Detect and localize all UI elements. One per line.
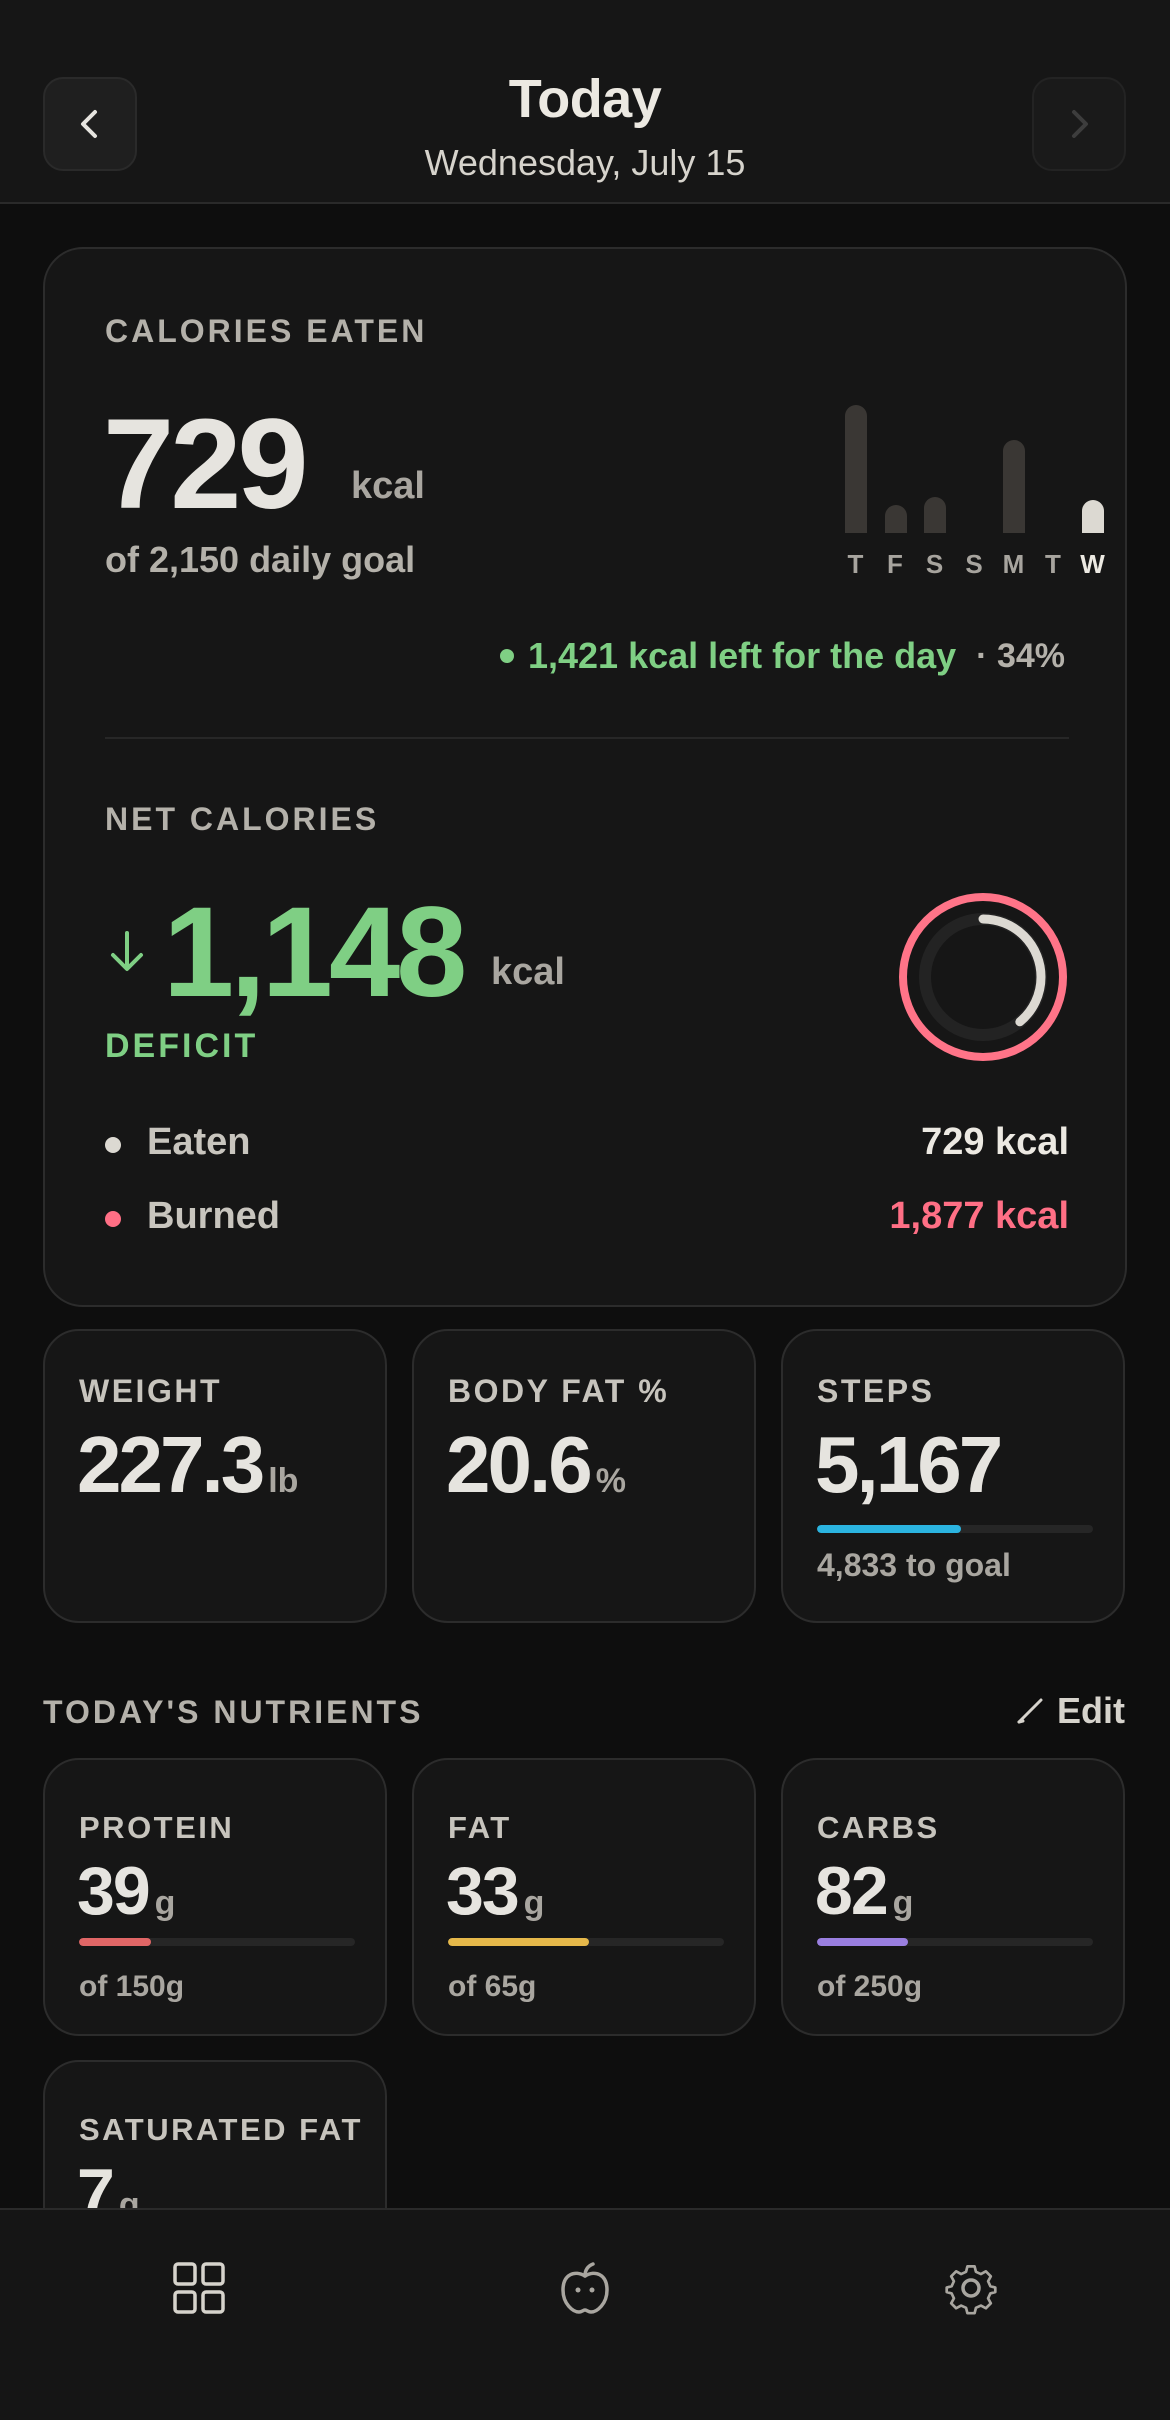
carbs-unit: g	[892, 1884, 914, 1922]
mini-day-label: F	[887, 549, 904, 579]
mini-day-label: M	[1002, 549, 1026, 579]
fat-progress-fill	[448, 1938, 589, 1946]
steps-label: STEPS	[817, 1373, 935, 1409]
mini-day-label: T	[847, 549, 865, 579]
net-calories-unit: kcal	[491, 951, 565, 993]
burned-row: Burned 1,877 kcal	[105, 1195, 1069, 1245]
body-fat-card[interactable]: BODY FAT % 20.6%	[412, 1329, 756, 1623]
daily-goal-text: of 2,150 daily goal	[105, 539, 416, 580]
nutrients-section-title: TODAY'S NUTRIENTS	[43, 1694, 424, 1730]
fat-label: FAT	[448, 1810, 512, 1845]
mini-bar	[1082, 499, 1104, 533]
fat-value: 33 g	[446, 1853, 545, 1929]
kcal-left-text: 1,421 kcal left for the day	[527, 635, 957, 676]
pencil-icon	[1017, 1698, 1043, 1724]
mini-day-label: S	[965, 549, 984, 579]
carbs-card[interactable]: CARBS 82 g of 250g	[781, 1758, 1125, 2036]
protein-progress-track	[79, 1938, 355, 1946]
mini-bar	[845, 405, 867, 533]
apple-icon[interactable]	[557, 2260, 613, 2316]
protein-value: 39 g	[77, 1853, 176, 1929]
mini-day-label: T	[1045, 549, 1062, 579]
eaten-dot	[105, 1137, 121, 1153]
steps-card[interactable]: STEPS 5,167 4,833 to goal	[781, 1329, 1125, 1623]
mini-day-label: W	[1080, 549, 1106, 579]
deficit-badge: DEFICIT	[105, 1027, 259, 1065]
eaten-label: Eaten	[147, 1121, 251, 1163]
edit-label: Edit	[1057, 1690, 1125, 1731]
bottom-tab-bar	[0, 2208, 1170, 2420]
protein-progress-fill	[79, 1938, 151, 1946]
weight-label: WEIGHT	[79, 1373, 222, 1409]
remaining-line: 1,421 kcal left for the day · 34%	[499, 631, 1065, 681]
calories-eaten-value: 729	[103, 393, 309, 536]
protein-goal: of 150g	[79, 1970, 185, 2003]
page-title: Today	[508, 69, 662, 129]
arrow-down-icon	[111, 931, 143, 971]
status-dot	[499, 649, 514, 663]
divider	[105, 737, 1069, 739]
fat-card[interactable]: FAT 33 g of 65g	[412, 1758, 756, 2036]
carbs-goal: of 250g	[817, 1970, 923, 2003]
weight-card[interactable]: WEIGHT 227.3 lb	[43, 1329, 387, 1623]
page-date: Wednesday, July 15	[424, 142, 746, 183]
dashboard-icon[interactable]	[171, 2260, 227, 2316]
eaten-value: 729 kcal	[921, 1121, 1069, 1163]
percent-text: · 34%	[976, 636, 1065, 675]
burned-label: Burned	[147, 1195, 280, 1237]
mini-day-label: S	[925, 549, 945, 579]
mini-bar	[884, 504, 907, 533]
weight-unit: lb	[268, 1462, 299, 1500]
carbs-progress-fill	[817, 1938, 909, 1946]
protein-label: PROTEIN	[79, 1810, 235, 1845]
burned-value: 1,877 kcal	[889, 1195, 1069, 1237]
fat-goal: of 65g	[448, 1970, 537, 2003]
net-calories-ring	[899, 893, 1067, 1061]
next-day-button[interactable]	[1032, 77, 1126, 171]
top-header: Today Wednesday, July 15	[0, 0, 1170, 204]
protein-unit: g	[154, 1884, 176, 1922]
fat-progress-track	[448, 1938, 724, 1946]
mini-bar	[1003, 439, 1025, 533]
protein-card[interactable]: PROTEIN 39 g of 150g	[43, 1758, 387, 2036]
calories-eaten-label: CALORIES EATEN	[105, 313, 428, 349]
net-calories-value: 1,148	[163, 881, 467, 1024]
weekly-mini-chart: TFSSMTW	[845, 399, 1115, 579]
body-fat-label: BODY FAT %	[448, 1373, 670, 1409]
carbs-progress-track	[817, 1938, 1093, 1946]
carbs-label: CARBS	[817, 1810, 940, 1845]
calories-eaten-unit: kcal	[351, 465, 425, 507]
gear-icon[interactable]	[943, 2260, 999, 2316]
eaten-row: Eaten 729 kcal	[105, 1121, 1069, 1171]
steps-to-goal: 4,833 to goal	[817, 1547, 1011, 1583]
weight-value: 227.3 lb	[77, 1420, 299, 1509]
fat-unit: g	[523, 1884, 545, 1922]
burned-dot	[105, 1211, 121, 1227]
chevron-right-icon	[1072, 110, 1088, 138]
edit-nutrients-button[interactable]: Edit	[1015, 1690, 1125, 1732]
net-calories-label: NET CALORIES	[105, 801, 380, 837]
steps-progress-track	[817, 1525, 1093, 1533]
mini-bar	[924, 497, 946, 533]
steps-value: 5,167	[815, 1420, 1003, 1509]
saturated-fat-label: SATURATED FAT	[79, 2112, 363, 2147]
body-fat-value: 20.6%	[446, 1420, 626, 1509]
steps-progress-fill	[817, 1525, 961, 1533]
body-fat-unit: %	[595, 1462, 626, 1500]
calories-card[interactable]: CALORIES EATEN 729 kcal of 2,150 daily g…	[43, 247, 1127, 1307]
carbs-value: 82 g	[815, 1853, 914, 1929]
